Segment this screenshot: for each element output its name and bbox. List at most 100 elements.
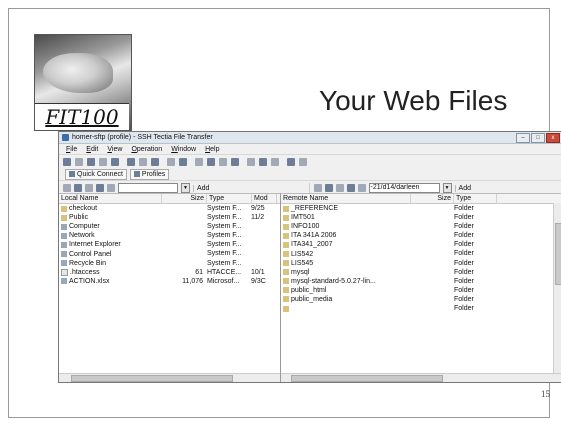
- remote-add-button[interactable]: Add: [454, 184, 471, 192]
- table-row[interactable]: LIS542 Folder: [281, 249, 561, 258]
- remote-path-input[interactable]: -21/d14/darleen: [368, 183, 440, 193]
- menu-file[interactable]: File: [66, 146, 77, 153]
- remote-home-icon[interactable]: [313, 184, 322, 192]
- remote-delete-icon[interactable]: [357, 184, 366, 192]
- col-local-mod[interactable]: Mod: [252, 194, 277, 203]
- new-window-icon[interactable]: [195, 157, 203, 166]
- remote-table-header: Remote Name Size Type: [281, 194, 561, 204]
- remote-name-cell: mysql-standard-5.0.27-lin...: [281, 277, 410, 286]
- filter-icon[interactable]: [259, 157, 267, 166]
- sort-icon[interactable]: [247, 157, 255, 166]
- window-title: homer-sftp (profile) - SSH Tectia File T…: [72, 134, 213, 141]
- connect-icon[interactable]: [127, 157, 135, 166]
- file-type: Folder: [454, 305, 474, 313]
- local-home-icon[interactable]: [63, 184, 71, 192]
- table-row[interactable]: Recycle Bin System F...: [59, 259, 280, 268]
- local-refresh-icon[interactable]: [96, 184, 104, 192]
- table-row[interactable]: Folder: [281, 304, 561, 313]
- local-name-cell: Public: [59, 213, 161, 222]
- table-row[interactable]: _REFERENCE Folder: [281, 204, 561, 213]
- menu-window[interactable]: Window: [171, 146, 196, 153]
- remote-path-dropdown[interactable]: ▼: [442, 183, 452, 193]
- maximize-button[interactable]: □: [531, 132, 545, 143]
- remote-new-folder-icon[interactable]: [324, 184, 333, 192]
- table-row[interactable]: INFO100 Folder: [281, 222, 561, 231]
- local-name-cell: .htaccess: [59, 268, 161, 277]
- table-row[interactable]: checkout System F... 9/25: [59, 204, 280, 213]
- local-path-input[interactable]: [118, 183, 178, 193]
- table-row[interactable]: .htaccess 61 HTACCE... 10/1: [59, 268, 280, 277]
- col-local-size[interactable]: Size: [162, 194, 207, 203]
- profiles-button[interactable]: Profiles: [129, 168, 170, 180]
- local-path-dropdown[interactable]: ▼: [181, 183, 190, 193]
- folder-icon: [133, 171, 140, 177]
- view-icons-icon[interactable]: [231, 157, 239, 166]
- folder-icon: [283, 223, 289, 230]
- cut-icon[interactable]: [87, 157, 95, 166]
- table-row[interactable]: Network System F...: [59, 231, 280, 240]
- table-row[interactable]: mysql Folder: [281, 268, 561, 277]
- file-size: [410, 249, 452, 258]
- folder-icon: [283, 269, 289, 276]
- table-row[interactable]: ITA 341A 2006 Folder: [281, 231, 561, 240]
- file-size: [410, 304, 452, 313]
- local-name-cell: Network: [59, 231, 161, 240]
- table-row[interactable]: public_media Folder: [281, 295, 561, 304]
- local-delete-icon[interactable]: [107, 184, 115, 192]
- copy-icon[interactable]: [99, 157, 107, 166]
- table-row[interactable]: ITA341_2007 Folder: [281, 240, 561, 249]
- remote-refresh-icon[interactable]: [346, 184, 355, 192]
- upload-icon[interactable]: [179, 157, 187, 166]
- table-row[interactable]: ACTION.xlsx 11,076 Microsof... 9/3C: [59, 277, 280, 286]
- print-icon[interactable]: [75, 157, 83, 166]
- close-button[interactable]: x: [546, 132, 560, 143]
- local-folder-up-icon[interactable]: [85, 184, 93, 192]
- file-type: System F...: [207, 205, 242, 212]
- col-remote-name[interactable]: Remote Name: [281, 194, 411, 203]
- local-new-folder-icon[interactable]: [74, 184, 82, 192]
- file-size: [410, 240, 452, 249]
- remote-name-cell: [281, 304, 410, 313]
- remote-folder-up-icon[interactable]: [335, 184, 344, 192]
- remote-horizontal-scrollbar[interactable]: [281, 373, 561, 382]
- menu-help[interactable]: Help: [205, 146, 219, 153]
- menu-operation[interactable]: Operation: [131, 146, 162, 153]
- view-details-icon[interactable]: [219, 157, 227, 166]
- table-row[interactable]: LIS545 Folder: [281, 259, 561, 268]
- table-row[interactable]: Internet Explorer System F...: [59, 240, 280, 249]
- settings-icon[interactable]: [151, 157, 159, 166]
- file-type: System F...: [207, 214, 242, 222]
- remote-vertical-scrollbar[interactable]: [553, 203, 561, 373]
- local-name-cell: checkout: [59, 204, 161, 213]
- local-add-button[interactable]: Add: [193, 184, 209, 192]
- table-row[interactable]: Control Panel System F...: [59, 249, 280, 258]
- col-local-type[interactable]: Type: [207, 194, 252, 203]
- col-remote-type[interactable]: Type: [454, 194, 497, 203]
- about-icon[interactable]: [299, 157, 307, 166]
- disconnect-icon[interactable]: [139, 157, 147, 166]
- table-row[interactable]: Public System F... 11/2: [59, 213, 280, 222]
- table-row[interactable]: mysql-standard-5.0.27-lin... Folder: [281, 277, 561, 286]
- folder-icon: [283, 232, 289, 239]
- help-icon[interactable]: [287, 157, 295, 166]
- menu-edit[interactable]: Edit: [86, 146, 98, 153]
- minimize-button[interactable]: –: [516, 132, 530, 143]
- refresh-icon[interactable]: [271, 157, 279, 166]
- window-titlebar[interactable]: homer-sftp (profile) - SSH Tectia File T…: [59, 132, 561, 144]
- view-list-icon[interactable]: [207, 157, 215, 166]
- local-horizontal-scrollbar[interactable]: [59, 373, 280, 382]
- menu-view[interactable]: View: [107, 146, 122, 153]
- download-icon[interactable]: [167, 157, 175, 166]
- remote-file-list[interactable]: Remote Name Size Type _REFERENCE Folder IM…: [281, 193, 561, 382]
- col-remote-size[interactable]: Size: [411, 194, 454, 203]
- file-type: System F...: [207, 259, 242, 267]
- table-row[interactable]: IMT501 Folder: [281, 213, 561, 222]
- save-icon[interactable]: [63, 157, 71, 166]
- quick-connect-button[interactable]: Quick Connect: [65, 168, 127, 180]
- remote-name-cell: public_html: [281, 286, 410, 295]
- col-local-name[interactable]: Local Name: [59, 194, 162, 203]
- table-row[interactable]: Computer System F...: [59, 222, 280, 231]
- local-file-list[interactable]: Local Name Size Type Mod checkout System …: [59, 193, 281, 382]
- table-row[interactable]: public_html Folder: [281, 286, 561, 295]
- paste-icon[interactable]: [111, 157, 119, 166]
